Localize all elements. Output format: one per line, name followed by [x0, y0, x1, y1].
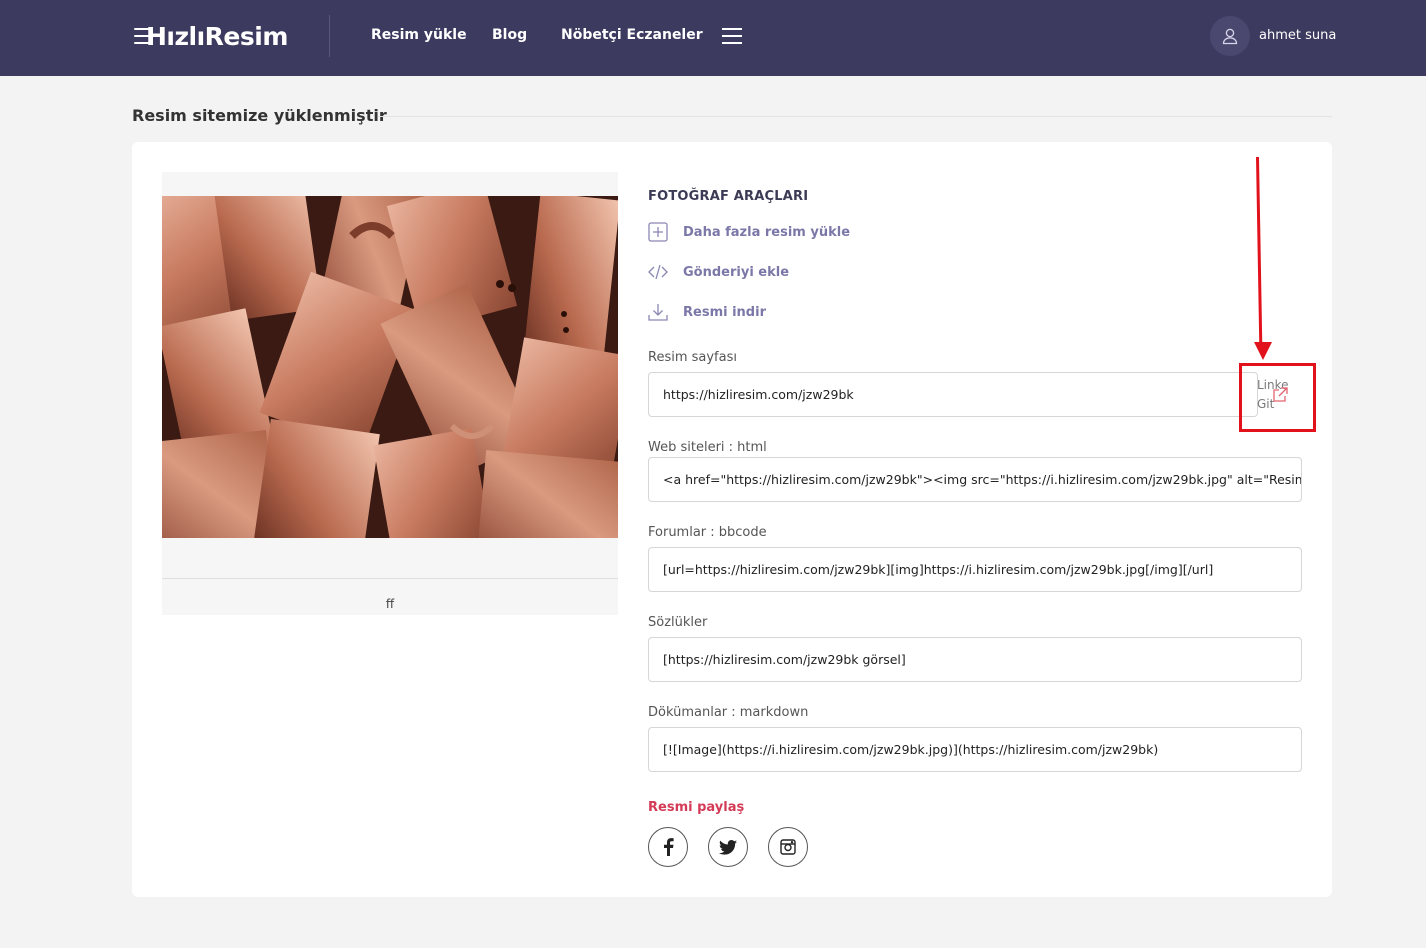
upload-more-button[interactable]: Daha fazla resim yükle	[648, 221, 850, 243]
plus-square-icon	[648, 222, 668, 242]
dictionary-field[interactable]: [https://hizliresim.com/jzw29bk görsel]	[648, 637, 1302, 682]
user-icon	[1222, 28, 1238, 45]
image-divider	[162, 578, 618, 579]
nav-resim-yukle[interactable]: Resim yükle	[371, 27, 467, 43]
image-caption: ff	[385, 597, 395, 611]
logo-text: HızlıResim	[146, 21, 288, 51]
facebook-share-button[interactable]	[648, 827, 688, 867]
embed-post-label: Gönderiyi ekle	[683, 264, 790, 280]
nav-blog[interactable]: Blog	[492, 27, 527, 43]
image-page-label: Resim sayfası	[648, 350, 737, 365]
tools-heading: FOTOĞRAF ARAÇLARI	[648, 189, 809, 204]
page-title: Resim sitemize yüklenmiştir	[132, 106, 387, 125]
bbcode-label: Forumlar : bbcode	[648, 525, 767, 540]
bbcode-field[interactable]: [url=https://hizliresim.com/jzw29bk][img…	[648, 547, 1302, 592]
hamburger-menu-icon[interactable]	[722, 28, 742, 44]
html-code-label: Web siteleri : html	[648, 440, 767, 455]
markdown-label: Dökümanlar : markdown	[648, 705, 809, 720]
share-heading: Resmi paylaş	[648, 800, 745, 815]
annotation-highlight-box	[1239, 363, 1316, 432]
top-navbar: HızlıResim Resim yükle Blog Nöbetçi Ecza…	[0, 0, 1426, 76]
image-page-url-field[interactable]: https://hizliresim.com/jzw29bk	[648, 372, 1258, 417]
site-logo[interactable]: HızlıResim	[134, 20, 288, 52]
dictionary-label: Sözlükler	[648, 615, 708, 630]
html-code-field[interactable]: <a href="https://hizliresim.com/jzw29bk"…	[648, 457, 1302, 502]
download-image-label: Resmi indir	[683, 304, 766, 320]
user-avatar[interactable]	[1210, 16, 1250, 56]
markdown-field[interactable]: [![Image](https://i.hizliresim.com/jzw29…	[648, 727, 1302, 772]
facebook-icon	[664, 838, 674, 856]
username[interactable]: ahmet suna	[1259, 28, 1336, 43]
embed-post-button[interactable]: Gönderiyi ekle	[648, 261, 789, 283]
twitter-icon	[719, 839, 737, 855]
instagram-icon	[780, 839, 796, 855]
download-image-button[interactable]: Resmi indir	[648, 301, 766, 323]
instagram-share-button[interactable]	[768, 827, 808, 867]
upload-more-label: Daha fazla resim yükle	[683, 224, 851, 240]
annotation-arrow-head	[1254, 342, 1272, 360]
code-icon	[648, 262, 668, 282]
uploaded-image[interactable]	[162, 196, 618, 538]
copper-plates-image	[162, 196, 618, 538]
header-divider	[329, 15, 330, 57]
twitter-share-button[interactable]	[708, 827, 748, 867]
download-icon	[648, 302, 668, 322]
title-divider	[378, 116, 1332, 117]
nav-nobetci-eczaneler[interactable]: Nöbetçi Eczaneler	[561, 27, 703, 43]
